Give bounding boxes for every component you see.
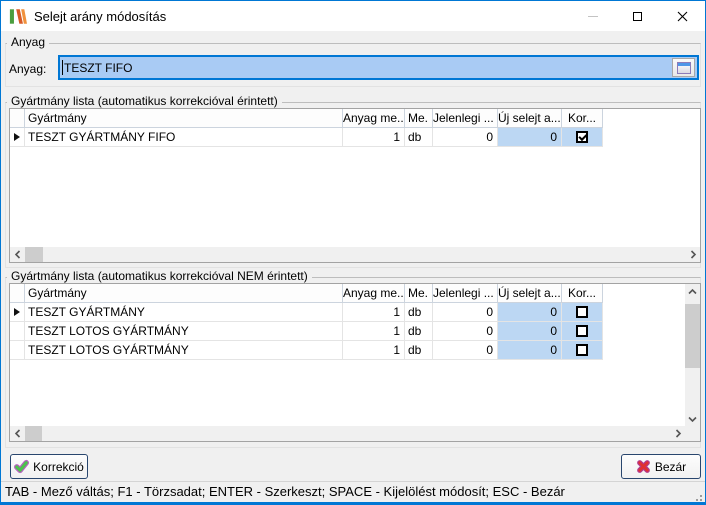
row-indicator <box>10 303 25 322</box>
scrollbar-thumb[interactable] <box>25 247 43 262</box>
status-text: TAB - Mező váltás; F1 - Törzsadat; ENTER… <box>5 484 565 499</box>
cell-gyartmany[interactable]: TESZT GYÁRTMÁNY FIFO <box>25 128 343 147</box>
bezar-button[interactable]: Bezár <box>621 454 701 479</box>
cell-uj-selejt[interactable]: 0 <box>498 322 562 341</box>
korrekcio-checkbox[interactable] <box>576 131 588 143</box>
app-icon <box>9 8 27 25</box>
cell-jelenlegi[interactable]: 0 <box>433 341 498 360</box>
cell-gyartmany[interactable]: TESZT LOTOS GYÁRTMÁNY <box>25 341 343 360</box>
window-lookup-icon <box>677 62 691 74</box>
scroll-right-icon[interactable] <box>670 426 685 441</box>
header-uj-selejt[interactable]: Új selejt a... <box>498 109 562 128</box>
cell-uj-selejt[interactable]: 0 <box>498 341 562 360</box>
cell-anyag-me[interactable]: 1 <box>343 341 405 360</box>
titlebar: Selejt arány módosítás <box>1 1 705 31</box>
scroll-down-icon[interactable] <box>685 411 700 426</box>
anyag-field-label: Anyag: <box>9 62 46 76</box>
table-row[interactable]: TESZT GYÁRTMÁNY FIFO 1 db 0 0 <box>10 128 700 147</box>
cell-jelenlegi[interactable]: 0 <box>433 322 498 341</box>
vertical-scrollbar[interactable] <box>685 284 700 426</box>
header-me[interactable]: Me. <box>405 109 433 128</box>
cell-me[interactable]: db <box>405 128 433 147</box>
status-bar: TAB - Mező váltás; F1 - Törzsadat; ENTER… <box>1 481 705 502</box>
header-selector <box>10 284 25 303</box>
maximize-icon <box>633 12 642 21</box>
scroll-left-icon[interactable] <box>10 247 25 262</box>
header-me[interactable]: Me. <box>405 284 433 303</box>
header-gyartmany[interactable]: Gyártmány <box>25 109 343 128</box>
table-row[interactable]: TESZT GYÁRTMÁNY 1 db 0 0 <box>10 303 700 322</box>
window-title: Selejt arány módosítás <box>34 9 166 24</box>
anyag-lookup-button[interactable] <box>672 58 695 77</box>
window-controls <box>570 1 705 31</box>
scrollbar-thumb[interactable] <box>685 304 700 368</box>
korrekcio-button[interactable]: Korrekció <box>10 454 88 479</box>
cell-uj-selejt[interactable]: 0 <box>498 128 562 147</box>
resize-grip-icon[interactable] <box>694 493 702 501</box>
affected-table-header: Gyártmány Anyag me... Me. Jelenlegi ... … <box>10 109 700 128</box>
cell-uj-selejt[interactable]: 0 <box>498 303 562 322</box>
minimize-icon <box>588 16 598 17</box>
scroll-left-icon[interactable] <box>10 426 25 441</box>
table-row[interactable]: TESZT LOTOS GYÁRTMÁNY 1 db 0 0 <box>10 341 700 360</box>
scroll-right-icon[interactable] <box>685 247 700 262</box>
table-row[interactable]: TESZT LOTOS GYÁRTMÁNY 1 db 0 0 <box>10 322 700 341</box>
row-indicator <box>10 341 25 360</box>
cell-gyartmany[interactable]: TESZT GYÁRTMÁNY <box>25 303 343 322</box>
scrollbar-thumb[interactable] <box>25 426 42 441</box>
anyag-value: TESZT FIFO <box>64 61 132 75</box>
text-caret <box>62 60 63 75</box>
anyag-group-label: Anyag <box>7 36 49 49</box>
header-selector <box>10 109 25 128</box>
cell-anyag-me[interactable]: 1 <box>343 322 405 341</box>
header-uj-selejt[interactable]: Új selejt a... <box>498 284 562 303</box>
cell-kor <box>562 341 603 360</box>
minimize-button <box>570 1 615 31</box>
not-affected-table: Gyártmány Anyag me... Me. Jelenlegi ... … <box>9 283 701 442</box>
green-check-icon <box>14 459 29 474</box>
not-affected-group-label: Gyártmány lista (automatikus korrekcióva… <box>7 270 312 283</box>
cell-me[interactable]: db <box>405 322 433 341</box>
header-jelenlegi[interactable]: Jelenlegi ... <box>433 284 498 303</box>
horizontal-scrollbar[interactable] <box>10 426 685 441</box>
header-kor[interactable]: Kor... <box>562 109 603 128</box>
korrekcio-button-label: Korrekció <box>33 460 84 474</box>
header-anyag-me[interactable]: Anyag me... <box>343 284 405 303</box>
scrollbar-corner <box>685 426 700 441</box>
horizontal-scrollbar[interactable] <box>10 247 700 262</box>
header-kor[interactable]: Kor... <box>562 284 603 303</box>
header-anyag-me[interactable]: Anyag me... <box>343 109 405 128</box>
korrekcio-checkbox[interactable] <box>576 306 588 318</box>
header-gyartmany[interactable]: Gyártmány <box>25 284 343 303</box>
dialog-window: Selejt arány módosítás Anyag Anyag: TESZ… <box>0 0 706 505</box>
red-x-icon <box>636 459 651 474</box>
cell-kor <box>562 128 603 147</box>
scroll-up-icon[interactable] <box>685 284 700 299</box>
not-affected-table-header: Gyártmány Anyag me... Me. Jelenlegi ... … <box>10 284 700 303</box>
bezar-button-label: Bezár <box>655 460 686 474</box>
cell-kor <box>562 303 603 322</box>
maximize-button[interactable] <box>615 1 660 31</box>
affected-table: Gyártmány Anyag me... Me. Jelenlegi ... … <box>9 108 701 263</box>
header-jelenlegi[interactable]: Jelenlegi ... <box>433 109 498 128</box>
close-button[interactable] <box>660 1 705 31</box>
cell-kor <box>562 322 603 341</box>
korrekcio-checkbox[interactable] <box>576 325 588 337</box>
close-icon <box>677 11 688 22</box>
affected-group-label: Gyártmány lista (automatikus korrekcióva… <box>7 95 282 108</box>
cell-jelenlegi[interactable]: 0 <box>433 303 498 322</box>
row-indicator <box>10 322 25 341</box>
cell-me[interactable]: db <box>405 303 433 322</box>
cell-anyag-me[interactable]: 1 <box>343 303 405 322</box>
cell-anyag-me[interactable]: 1 <box>343 128 405 147</box>
row-indicator <box>10 128 25 147</box>
cell-me[interactable]: db <box>405 341 433 360</box>
anyag-input[interactable]: TESZT FIFO <box>58 55 699 80</box>
cell-gyartmany[interactable]: TESZT LOTOS GYÁRTMÁNY <box>25 322 343 341</box>
korrekcio-checkbox[interactable] <box>576 344 588 356</box>
cell-jelenlegi[interactable]: 0 <box>433 128 498 147</box>
